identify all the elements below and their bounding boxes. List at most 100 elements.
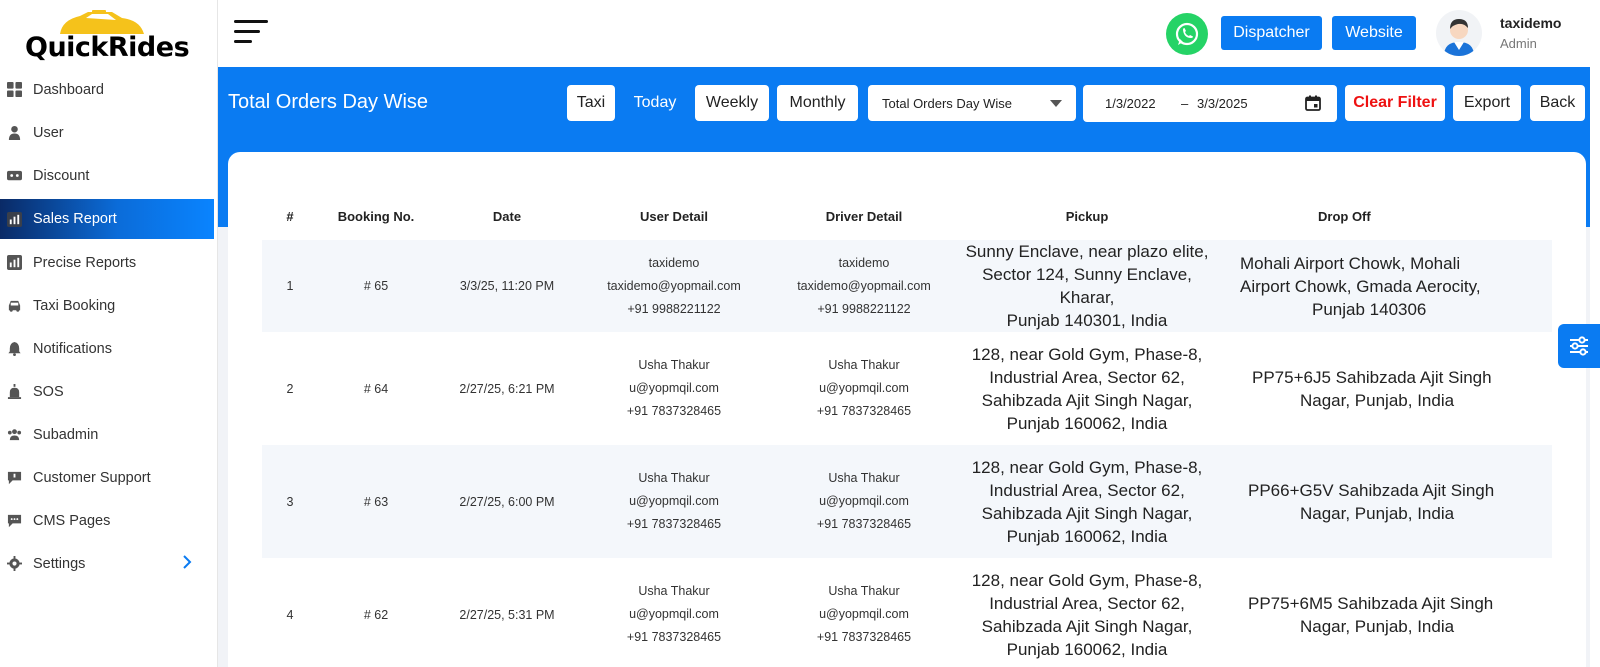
table-row[interactable]: 3 # 63 2/27/25, 6:00 PM Usha Thakur u@yo… xyxy=(262,445,1552,558)
address-line: Industrial Area, Sector 62, xyxy=(989,593,1185,613)
sidebar-nav: Dashboard User Discount Sales Report Pre… xyxy=(0,68,214,585)
user-detail: taxidemo taxidemo@yopmail.com +91 998822… xyxy=(580,240,768,332)
user-phone: +91 7837328465 xyxy=(626,630,722,644)
row-number: 1 xyxy=(286,279,294,293)
report-type-select[interactable]: Total Orders Day Wise xyxy=(868,85,1076,121)
sidebar: QuickRides Dashboard User Discount Sales… xyxy=(0,0,218,667)
pickup-address: 128, near Gold Gym, Phase-8, Industrial … xyxy=(960,332,1214,445)
avatar[interactable] xyxy=(1436,10,1482,56)
user-name: Usha Thakur xyxy=(638,471,710,485)
sidebar-item-cms-pages[interactable]: CMS Pages xyxy=(0,499,214,542)
date-from: 1/3/2022 xyxy=(1105,96,1156,111)
sidebar-item-label: Notifications xyxy=(33,340,112,357)
dropoff-address: PP75+6J5 Sahibzada Ajit Singh Nagar, Pun… xyxy=(1214,332,1552,445)
date-range-input[interactable]: 1/3/2022 – 3/3/2025 xyxy=(1083,85,1337,122)
sidebar-item-dashboard[interactable]: Dashboard xyxy=(0,68,214,111)
dispatcher-button[interactable]: Dispatcher xyxy=(1221,16,1322,50)
address-line: Sahibzada Ajit Singh Nagar, xyxy=(981,503,1193,523)
driver-detail: Usha Thakur u@yopmqil.com +91 7837328465 xyxy=(768,332,960,445)
chart-icon xyxy=(6,255,22,271)
table-row[interactable]: 4 # 62 2/27/25, 5:31 PM Usha Thakur u@yo… xyxy=(262,558,1552,667)
address-line: PP75+6M5 Sahibzada Ajit Singh xyxy=(1248,593,1494,613)
dashboard-icon xyxy=(6,82,22,98)
driver-detail: Usha Thakur u@yopmqil.com +91 7837328465 xyxy=(768,445,960,558)
booking-number: # 64 xyxy=(363,381,389,396)
sidebar-item-label: Settings xyxy=(33,555,86,572)
sidebar-item-sales-report[interactable]: Sales Report xyxy=(0,199,214,239)
sidebar-item-taxi-booking[interactable]: Taxi Booking xyxy=(0,284,214,327)
address-line: Nagar, Punjab, India xyxy=(1300,390,1455,410)
filter-taxi-button[interactable]: Taxi xyxy=(567,85,615,121)
user-email: u@yopmqil.com xyxy=(629,494,719,508)
sidebar-item-notifications[interactable]: Notifications xyxy=(0,327,214,370)
driver-phone: +91 7837328465 xyxy=(816,404,912,418)
dropoff-address: PP75+6M5 Sahibzada Ajit Singh Nagar, Pun… xyxy=(1214,558,1552,667)
sidebar-item-label: Dashboard xyxy=(33,81,104,98)
sidebar-item-precise-reports[interactable]: Precise Reports xyxy=(0,241,214,284)
menu-toggle-icon[interactable] xyxy=(234,20,268,46)
caret-down-icon xyxy=(1050,100,1062,107)
address-line: Punjab 140306 xyxy=(1312,299,1427,319)
driver-phone: +91 9988221122 xyxy=(817,301,911,316)
driver-name: Usha Thakur xyxy=(828,358,900,372)
pickup-address: 128, near Gold Gym, Phase-8, Industrial … xyxy=(960,445,1214,558)
booking-date: 2/27/25, 5:31 PM xyxy=(459,607,555,622)
column-header: Date xyxy=(492,208,522,224)
export-button[interactable]: Export xyxy=(1453,85,1521,121)
address-line: PP66+G5V Sahibzada Ajit Singh xyxy=(1248,480,1495,500)
user-detail: Usha Thakur u@yopmqil.com +91 7837328465 xyxy=(580,332,768,445)
booking-date: 2/27/25, 6:21 PM xyxy=(459,381,555,396)
address-line: Sahibzada Ajit Singh Nagar, xyxy=(981,390,1193,410)
sidebar-item-customer-support[interactable]: Customer Support xyxy=(0,456,214,499)
address-line: Sector 124, Sunny Enclave, Kharar, xyxy=(982,265,1192,307)
sidebar-item-settings[interactable]: Settings xyxy=(0,542,214,585)
website-button[interactable]: Website xyxy=(1332,16,1416,50)
calendar-icon[interactable] xyxy=(1305,95,1321,111)
address-line: 128, near Gold Gym, Phase-8, xyxy=(971,344,1203,364)
user-email: u@yopmqil.com xyxy=(629,607,719,621)
sidebar-item-sos[interactable]: SOS xyxy=(0,370,214,413)
user-role: Admin xyxy=(1500,36,1537,51)
pickup-address: Sunny Enclave, near plazo elite, Sector … xyxy=(960,240,1214,332)
brand-name: QuickRides xyxy=(25,32,190,63)
report-icon xyxy=(6,211,22,227)
column-header: # xyxy=(286,208,294,224)
booking-number: # 62 xyxy=(363,607,389,622)
table-row[interactable]: 2 # 64 2/27/25, 6:21 PM Usha Thakur u@yo… xyxy=(262,332,1552,445)
whatsapp-icon[interactable] xyxy=(1166,13,1208,55)
date-separator: – xyxy=(1181,96,1189,111)
column-header: Driver Detail xyxy=(825,208,903,224)
user-phone: +91 7837328465 xyxy=(626,517,722,531)
table-row[interactable]: 1 # 65 3/3/25, 11:20 PM taxidemo taxidem… xyxy=(262,240,1552,332)
filter-weekly-button[interactable]: Weekly xyxy=(695,85,769,121)
address-line: Nagar, Punjab, India xyxy=(1300,616,1455,636)
address-line: Sunny Enclave, near plazo elite, xyxy=(965,242,1209,261)
driver-email: u@yopmqil.com xyxy=(819,494,909,508)
back-button[interactable]: Back xyxy=(1530,85,1585,121)
filter-settings-icon[interactable] xyxy=(1558,324,1600,368)
filter-monthly-button[interactable]: Monthly xyxy=(777,85,858,121)
filter-today-button[interactable]: Today xyxy=(622,85,688,121)
clear-filter-button[interactable]: Clear Filter xyxy=(1345,85,1445,121)
address-line: Punjab 160062, India xyxy=(1006,413,1168,433)
driver-email: u@yopmqil.com xyxy=(819,381,909,395)
row-number: 3 xyxy=(286,494,294,509)
cms-icon xyxy=(6,513,22,529)
driver-name: Usha Thakur xyxy=(828,471,900,485)
sidebar-item-discount[interactable]: Discount xyxy=(0,154,214,197)
report-card: # Booking No. Date User Detail Driver De… xyxy=(228,152,1586,667)
address-line: Punjab 140301, India xyxy=(1006,311,1168,330)
logo[interactable]: QuickRides xyxy=(22,8,190,63)
sidebar-item-label: CMS Pages xyxy=(33,512,111,529)
user-email: u@yopmqil.com xyxy=(629,381,719,395)
sidebar-item-label: Precise Reports xyxy=(33,254,137,271)
sidebar-item-subadmin[interactable]: Subadmin xyxy=(0,413,214,456)
column-header: Pickup xyxy=(1065,208,1109,224)
chevron-right-icon xyxy=(183,555,192,569)
user-name: Usha Thakur xyxy=(638,584,710,598)
orders-table-scroll[interactable]: # Booking No. Date User Detail Driver De… xyxy=(262,192,1552,667)
user-detail: Usha Thakur u@yopmqil.com +91 7837328465 xyxy=(580,445,768,558)
driver-detail: Usha Thakur u@yopmqil.com +91 7837328465 xyxy=(768,558,960,667)
sidebar-item-user[interactable]: User xyxy=(0,111,214,154)
date-to: 3/3/2025 xyxy=(1197,96,1248,111)
